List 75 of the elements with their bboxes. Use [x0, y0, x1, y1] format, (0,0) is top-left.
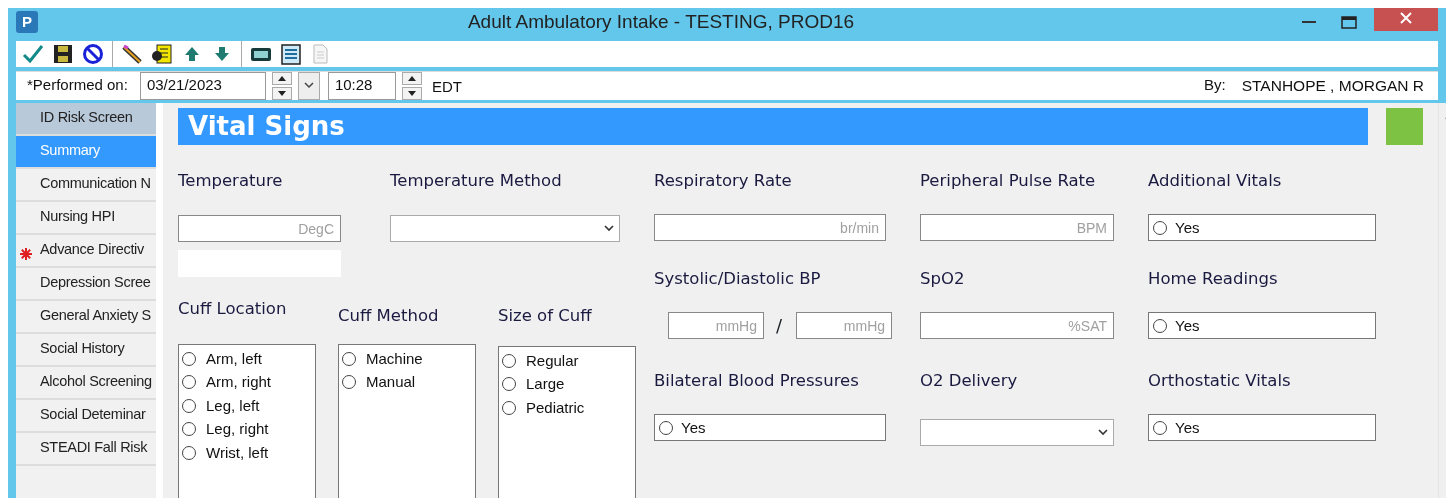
up-triangle-icon — [407, 75, 416, 81]
sidebar-item[interactable]: Social Deteminar — [16, 399, 156, 433]
sidebar-item[interactable]: Alcohol Screening — [16, 366, 156, 400]
window-title: Adult Ambulatory Intake - TESTING, PROD16 — [466, 10, 856, 34]
dropdown-caret-icon — [1098, 429, 1108, 437]
field-label: Peripheral Pulse Rate — [920, 169, 1097, 192]
radio-option[interactable]: Arm, right — [182, 370, 312, 394]
radio-option[interactable]: Pediatric — [502, 396, 632, 420]
sidebar-item[interactable]: Advance Directiv — [16, 234, 156, 268]
time-spinner[interactable] — [401, 71, 422, 100]
field-label: SpO2 — [920, 267, 966, 290]
radio-option[interactable]: Leg, right — [182, 417, 312, 441]
close-button[interactable] — [1374, 8, 1438, 32]
sidebar-item[interactable]: General Anxiety S — [16, 300, 156, 334]
field-label: Size of Cuff — [498, 305, 593, 328]
field-label: Bilateral Blood Pressures — [654, 369, 860, 392]
yes-option[interactable]: Yes — [654, 414, 886, 442]
status-indicator — [1386, 107, 1423, 145]
field-label: Respiratory Rate — [654, 169, 793, 192]
pencil-icon[interactable] — [121, 42, 143, 65]
by-label: By: — [1204, 75, 1226, 96]
systolic-field[interactable]: mmHg — [668, 312, 764, 340]
dropdown-caret-icon — [604, 225, 614, 233]
up-triangle-icon — [277, 75, 286, 81]
sidebar-item[interactable]: Nursing HPI — [16, 201, 156, 235]
yes-option[interactable]: Yes — [1148, 312, 1376, 340]
radio-option[interactable]: Machine — [342, 347, 472, 371]
down-triangle-icon — [407, 90, 416, 96]
cancel-icon[interactable] — [82, 42, 104, 65]
text-field[interactable]: %SAT — [920, 312, 1114, 340]
app-logo-icon: P — [16, 11, 38, 34]
sidebar-item[interactable]: ID Risk Screen — [16, 102, 156, 136]
field-label: Cuff Method — [338, 305, 440, 328]
down-triangle-icon — [277, 90, 286, 96]
field-label: O2 Delivery — [920, 369, 1019, 392]
radio-option[interactable]: Wrist, left — [182, 441, 312, 465]
save-icon[interactable] — [52, 42, 74, 65]
field-label: Temperature — [178, 169, 284, 192]
field-label: Additional Vitals — [1148, 169, 1283, 192]
radio-option[interactable]: Manual — [342, 370, 472, 394]
sidebar-item[interactable]: Social History — [16, 333, 156, 367]
timezone-label: EDT — [431, 76, 462, 97]
radio-option[interactable]: Large — [502, 372, 632, 396]
field-label: Cuff Location — [178, 298, 288, 321]
checkmark-icon[interactable] — [22, 42, 44, 65]
radio-option[interactable]: Regular — [502, 349, 632, 373]
temperature-field[interactable]: DegC — [178, 215, 341, 243]
text-field[interactable]: br/min — [654, 214, 886, 242]
field-label: Home Readings — [1148, 267, 1279, 290]
field-label: Systolic/Diastolic BP — [654, 267, 822, 290]
notepad-icon[interactable] — [151, 42, 173, 65]
date-spinner[interactable] — [271, 71, 292, 100]
section-header: Vital Signs — [178, 107, 1368, 145]
maximize-icon — [1341, 15, 1357, 29]
radio-option[interactable]: Leg, left — [182, 394, 312, 418]
sidebar-item[interactable]: Depression Scree — [16, 267, 156, 301]
yes-option[interactable]: Yes — [1148, 214, 1376, 242]
sidebar-item[interactable]: Communication N — [16, 168, 156, 202]
close-icon — [1400, 12, 1412, 25]
yes-option[interactable]: Yes — [1148, 414, 1376, 442]
checklist-icon[interactable] — [280, 42, 302, 65]
caret-icon — [303, 82, 314, 89]
radio-option[interactable]: Arm, left — [182, 347, 312, 371]
date-field[interactable]: 03/21/2023 — [139, 71, 266, 100]
calendar-dropdown-button[interactable] — [297, 71, 320, 100]
time-field[interactable]: 10:28 — [327, 71, 396, 100]
field-label: Temperature Method — [390, 169, 563, 192]
performed-on-label: *Performed on: — [27, 75, 128, 96]
diastolic-field[interactable]: mmHg — [796, 312, 893, 340]
author-name: STANHOPE , MORGAN R — [1241, 75, 1424, 96]
dropdown-field[interactable] — [920, 419, 1114, 447]
field-label: Orthostatic Vitals — [1148, 369, 1292, 392]
separator-text: / — [776, 314, 783, 339]
sidebar-item[interactable]: STEADI Fall Risk — [16, 432, 156, 466]
text-field[interactable]: BPM — [920, 214, 1114, 242]
